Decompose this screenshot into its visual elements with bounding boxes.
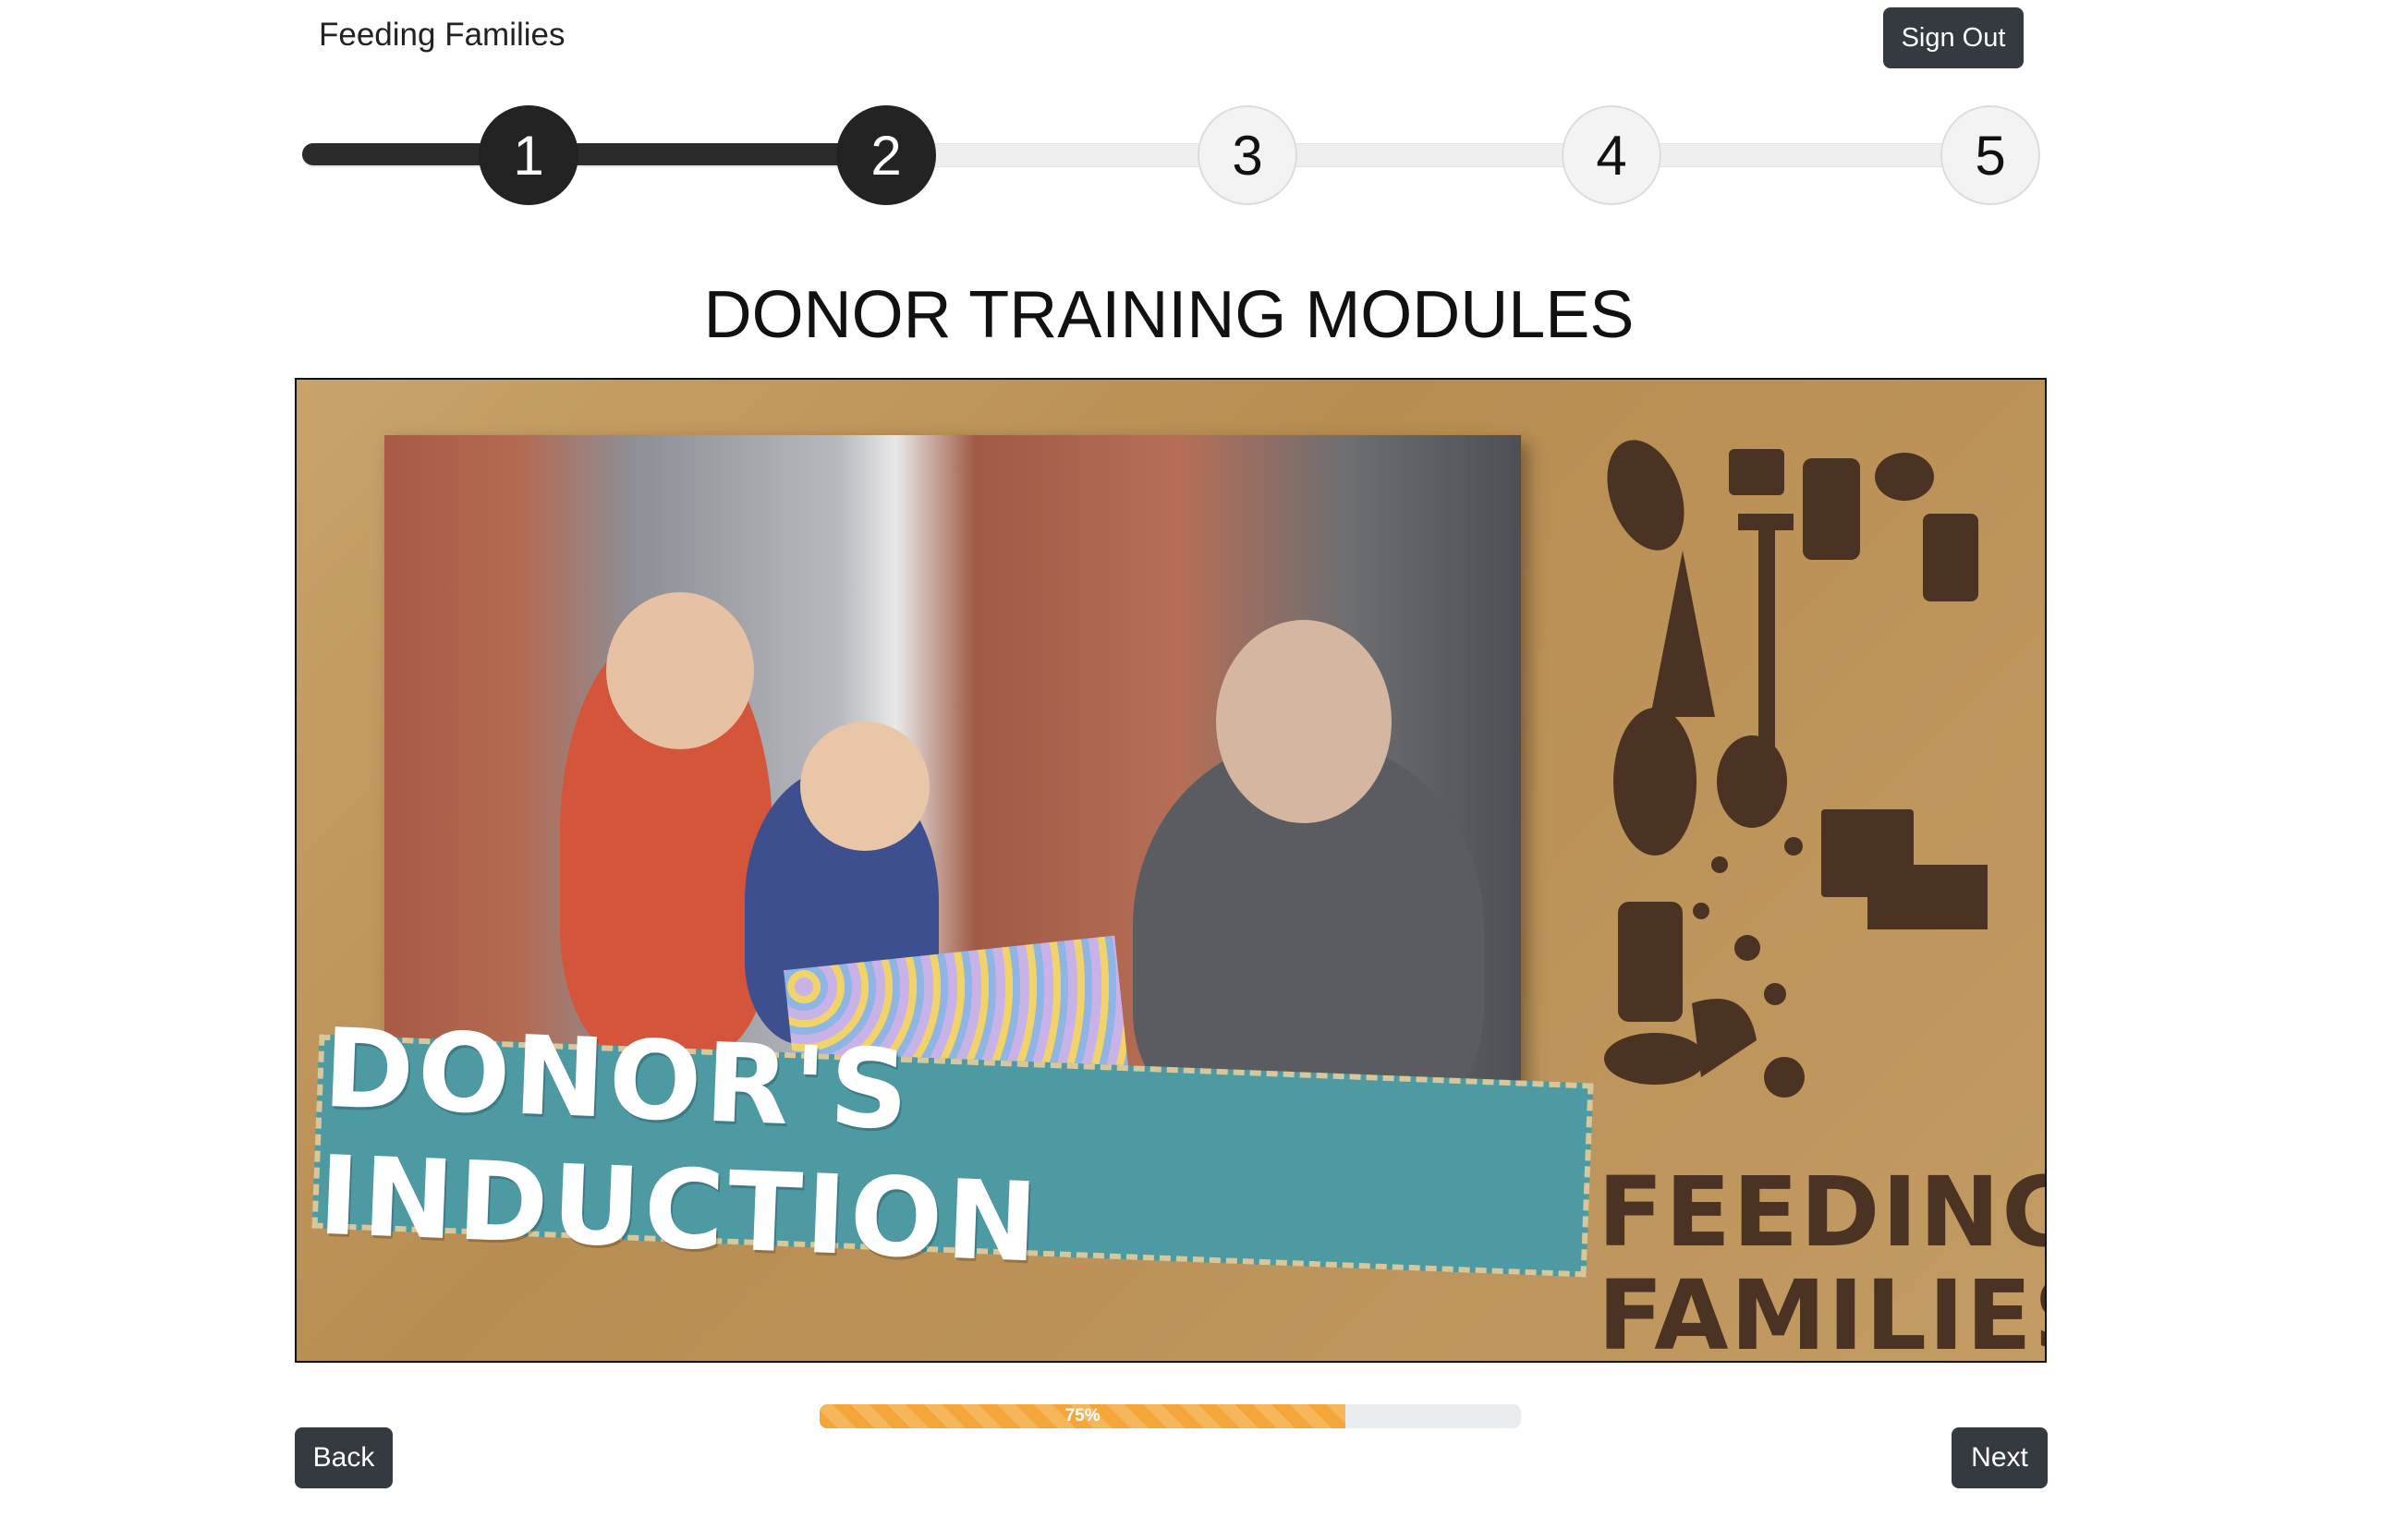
head-shape — [1216, 620, 1392, 823]
video-banner: DONOR'S INDUCTION — [311, 1004, 1594, 1287]
food-icons-graphic — [1604, 440, 1988, 1098]
video-photo — [384, 435, 1521, 1128]
step-2[interactable]: 2 — [836, 105, 936, 205]
training-video[interactable]: DONOR'S INDUCTION FEEDING FAMILIES — [295, 378, 2047, 1363]
step-4[interactable]: 4 — [1562, 105, 1661, 205]
brand-line-1: FEEDING — [1598, 1156, 2047, 1268]
video-brand-text: FEEDING FAMILIES — [1598, 1156, 2047, 1363]
step-5[interactable]: 5 — [1940, 105, 2040, 205]
brand-line-2: FAMILIES — [1598, 1259, 2045, 1363]
head-shape — [606, 592, 754, 749]
head-shape — [800, 722, 930, 851]
module-progress-fill: 75% — [820, 1404, 1346, 1428]
module-progress-bar: 75% — [820, 1404, 1521, 1428]
banner-text: DONOR'S INDUCTION — [316, 1003, 1044, 1287]
next-button[interactable]: Next — [1952, 1427, 2048, 1488]
step-3[interactable]: 3 — [1198, 105, 1297, 205]
progress-stepper: 1 2 3 4 5 — [0, 0, 2408, 222]
back-button[interactable]: Back — [295, 1427, 393, 1488]
step-1[interactable]: 1 — [479, 105, 578, 205]
page-title: DONOR TRAINING MODULES — [703, 278, 1635, 352]
stepper-track-fill — [302, 143, 884, 165]
